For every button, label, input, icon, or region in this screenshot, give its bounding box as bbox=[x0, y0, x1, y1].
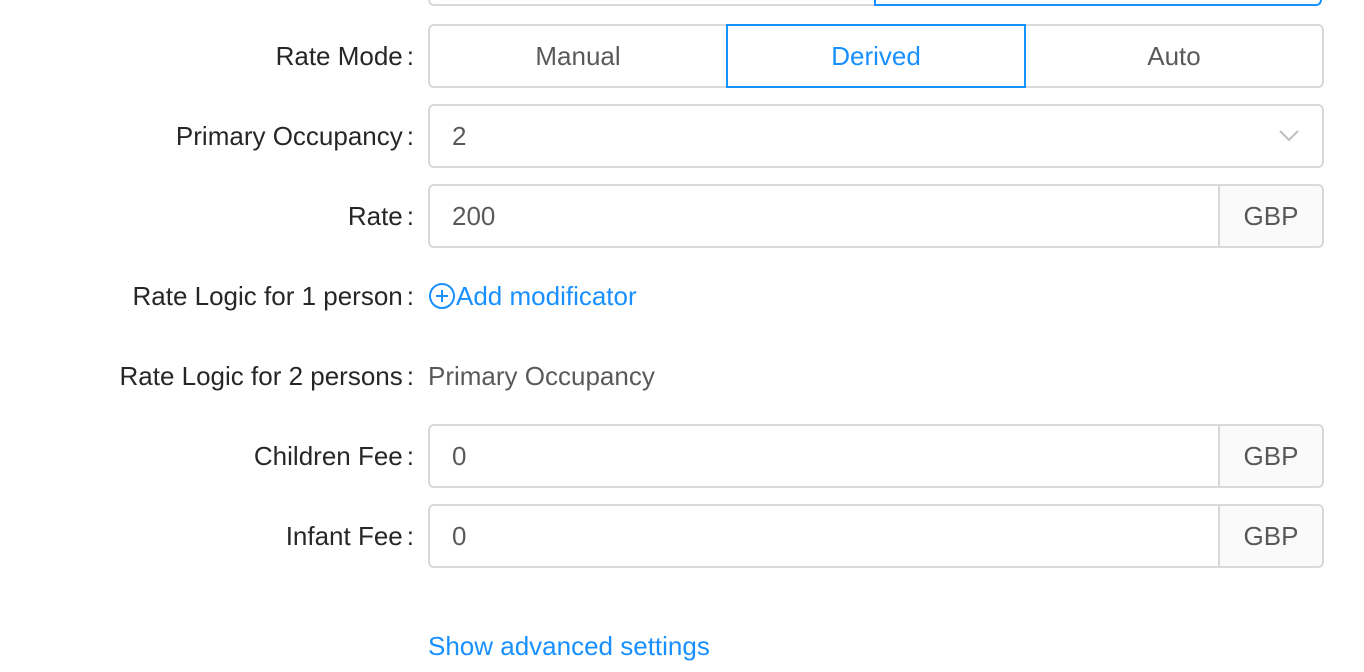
rate-mode-label: Rate Mode: bbox=[275, 41, 414, 71]
plus-circle-icon bbox=[429, 283, 455, 309]
children-fee-label: Children Fee: bbox=[253, 441, 414, 471]
rate-input[interactable] bbox=[428, 184, 1218, 248]
primary-occupancy-value: 2 bbox=[452, 121, 467, 151]
rate-mode-segmented: Manual Derived Auto bbox=[428, 24, 1324, 88]
add-modificator-link[interactable]: Add modificator bbox=[428, 264, 637, 328]
rate-logic-1-label: Rate Logic for 1 person: bbox=[132, 281, 414, 311]
rate-control: GBP bbox=[428, 184, 1324, 248]
previous-segment-right-active[interactable] bbox=[874, 0, 1322, 6]
infant-fee-currency-addon: GBP bbox=[1218, 504, 1324, 568]
primary-occupancy-label: Primary Occupancy: bbox=[175, 121, 414, 151]
children-fee-input[interactable] bbox=[428, 424, 1218, 488]
rate-mode-row: Rate Mode: Manual Derived Auto bbox=[0, 24, 1364, 88]
rate-logic-1-row: Rate Logic for 1 person: Add modificator bbox=[0, 264, 1364, 328]
rate-mode-manual-option[interactable]: Manual bbox=[428, 24, 726, 88]
infant-fee-input[interactable] bbox=[428, 504, 1218, 568]
primary-occupancy-row: Primary Occupancy: 2 bbox=[0, 104, 1364, 168]
rate-logic-2-label: Rate Logic for 2 persons: bbox=[119, 361, 414, 391]
rate-logic-2-value: Primary Occupancy bbox=[428, 361, 655, 391]
primary-occupancy-control: 2 bbox=[428, 104, 1324, 168]
children-fee-control: GBP bbox=[428, 424, 1324, 488]
show-advanced-settings-link[interactable]: Show advanced settings bbox=[428, 626, 710, 666]
rate-mode-auto-option[interactable]: Auto bbox=[1026, 24, 1324, 88]
chevron-down-icon bbox=[1279, 130, 1299, 142]
previous-segmented-control bbox=[428, 0, 1322, 6]
rate-row: Rate: GBP bbox=[0, 184, 1364, 248]
children-fee-currency-addon: GBP bbox=[1218, 424, 1324, 488]
rate-currency-addon: GBP bbox=[1218, 184, 1324, 248]
previous-segment-left[interactable] bbox=[428, 0, 876, 6]
add-modificator-label: Add modificator bbox=[456, 281, 637, 311]
infant-fee-row: Infant Fee: GBP bbox=[0, 504, 1364, 568]
rate-mode-derived-option[interactable]: Derived bbox=[726, 24, 1026, 88]
infant-fee-control: GBP bbox=[428, 504, 1324, 568]
infant-fee-label: Infant Fee: bbox=[285, 521, 414, 551]
rate-label: Rate: bbox=[347, 201, 414, 231]
rate-logic-2-row: Rate Logic for 2 persons: Primary Occupa… bbox=[0, 344, 1364, 408]
primary-occupancy-select[interactable]: 2 bbox=[428, 104, 1324, 168]
children-fee-row: Children Fee: GBP bbox=[0, 424, 1364, 488]
